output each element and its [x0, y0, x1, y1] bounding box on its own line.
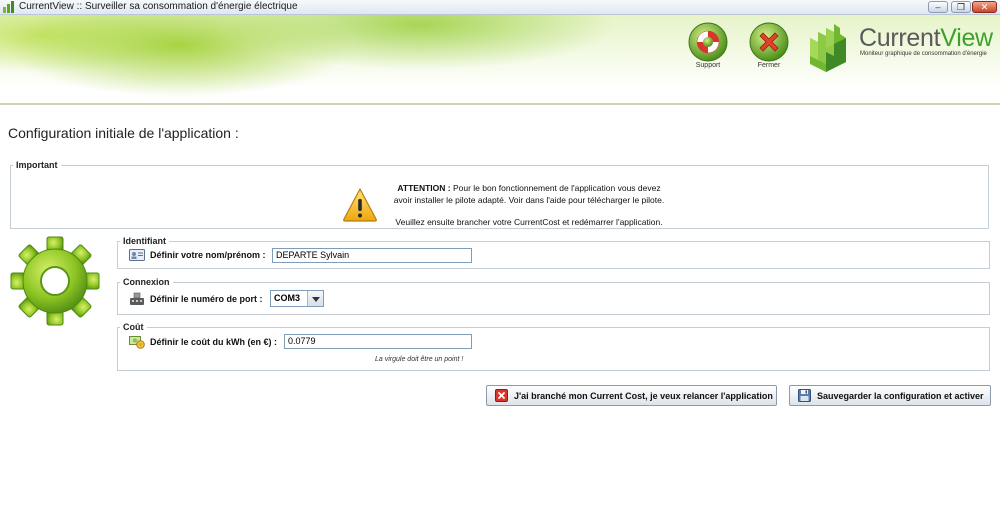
port-label: Définir le numéro de port :: [150, 294, 263, 304]
restore-button[interactable]: ❐: [951, 1, 971, 13]
close-app-label: Fermer: [757, 62, 781, 69]
restart-button[interactable]: J'ai branché mon Current Cost, je veux r…: [486, 385, 777, 406]
floppy-disk-icon: [798, 389, 811, 402]
lifebuoy-icon: [688, 22, 728, 62]
port-select[interactable]: COM3: [270, 290, 324, 307]
cost-input[interactable]: 0.0779: [284, 334, 472, 349]
identifiant-legend: Identifiant: [123, 236, 166, 246]
cost-label: Définir le coût du kWh (en €) :: [150, 337, 278, 347]
name-input[interactable]: DEPARTE Sylvain: [272, 248, 472, 263]
red-close-square-icon: [495, 389, 508, 402]
brand-name: CurrentView: [859, 24, 993, 53]
id-card-icon: [129, 249, 145, 261]
window-close-button[interactable]: ✕: [972, 1, 997, 13]
name-label: Définir votre nom/prénom :: [150, 250, 266, 260]
red-x-icon: [749, 22, 789, 62]
important-legend: Important: [16, 160, 58, 170]
chevron-down-icon[interactable]: [307, 291, 323, 306]
brand-view: View: [940, 24, 993, 52]
attention-line2: avoir installer le pilote adapté. Voir d…: [393, 195, 665, 205]
port-row: Définir le numéro de port :: [129, 292, 263, 306]
page-title: Configuration initiale de l'application …: [8, 125, 239, 141]
usb-port-icon: [130, 292, 144, 305]
name-row: Définir votre nom/prénom :: [129, 248, 266, 262]
save-button[interactable]: Sauvegarder la configuration et activer: [789, 385, 991, 406]
cost-row: Définir le coût du kWh (en €) :: [129, 335, 277, 349]
brand-subtitle: Moniteur graphique de consommation d'éne…: [860, 51, 987, 57]
app-icon: [3, 1, 14, 13]
save-label: Sauvegarder la configuration et activer: [817, 390, 984, 401]
cout-legend: Coût: [123, 322, 144, 332]
attention-bold: ATTENTION :: [397, 183, 451, 193]
bar-graph-logo: [810, 24, 846, 72]
window-title: CurrentView :: Surveiller sa consommatio…: [19, 1, 298, 12]
minimize-button[interactable]: –: [928, 1, 948, 13]
header-divider: [0, 103, 1000, 105]
support-button[interactable]: Support: [686, 22, 730, 69]
restart-label: J'ai branché mon Current Cost, je veux r…: [514, 390, 773, 401]
support-label: Support: [695, 62, 721, 69]
important-panel: Important ATTENTION : Pour le bon foncti…: [10, 160, 989, 229]
close-app-button[interactable]: Fermer: [747, 22, 791, 69]
connexion-legend: Connexion: [123, 277, 170, 287]
green-gear-icon: [10, 236, 100, 326]
warning-triangle-icon: [343, 188, 377, 222]
attention-line1: Pour le bon fonctionnement de l'applicat…: [450, 183, 661, 193]
cost-hint: La virgule doit être un point !: [375, 356, 464, 363]
brand-current: Current: [859, 24, 941, 52]
window-titlebar: CurrentView :: Surveiller sa consommatio…: [0, 0, 1000, 15]
header-banner: [0, 15, 1000, 103]
attention-line3: Veuillez ensuite brancher votre CurrentC…: [395, 217, 663, 227]
port-selected-value: COM3: [274, 293, 301, 303]
money-icon: [129, 336, 145, 349]
attention-message: ATTENTION : Pour le bon fonctionnement d…: [389, 182, 669, 228]
